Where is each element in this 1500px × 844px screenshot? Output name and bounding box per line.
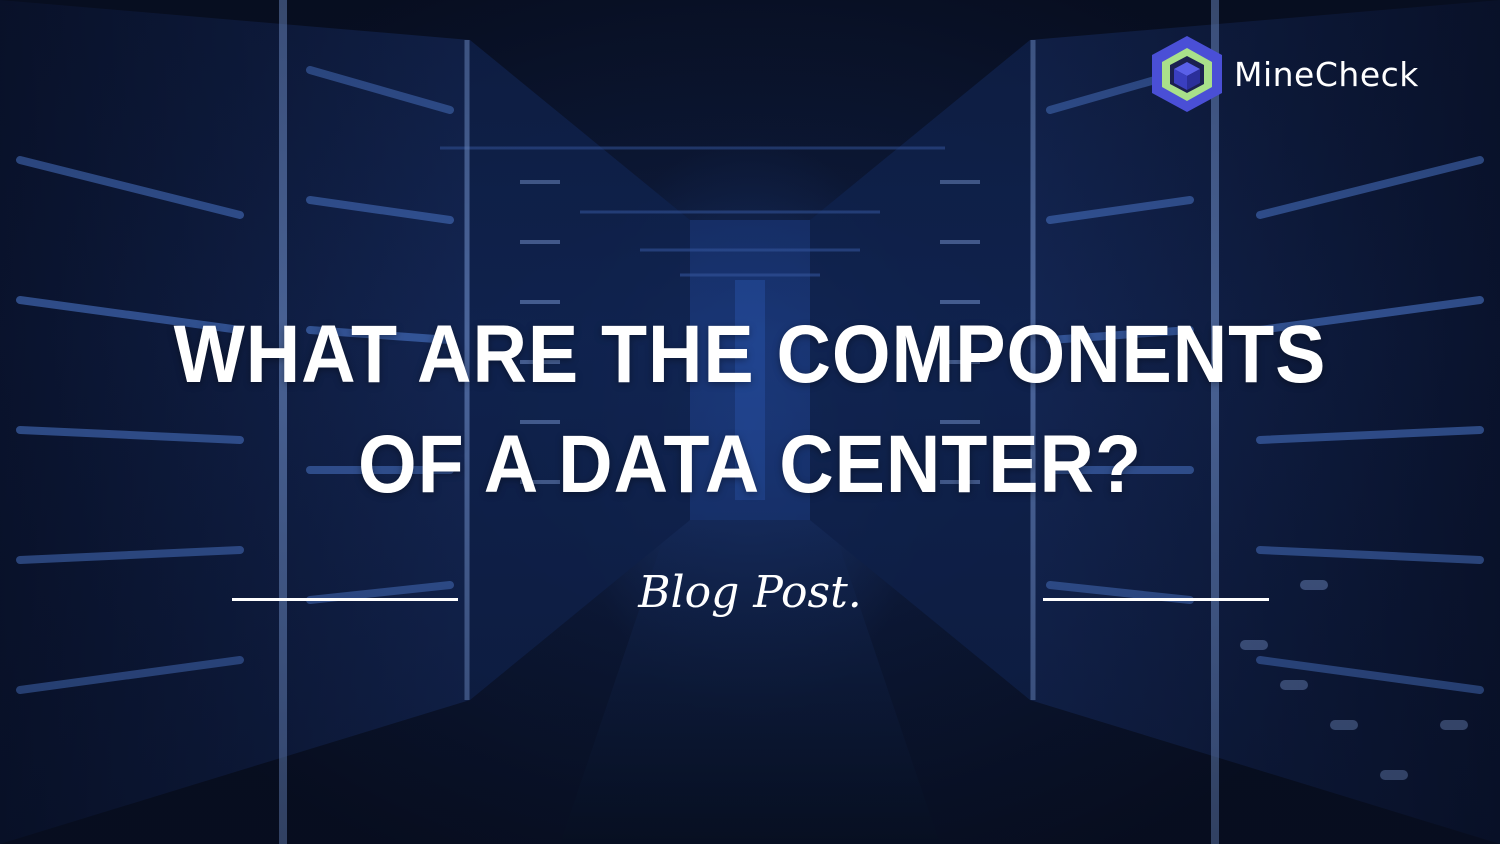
brand-name: MineCheck (1234, 54, 1419, 94)
title-line-1: WHAT ARE THE COMPONENTS (173, 309, 1327, 400)
brand-logo[interactable]: MineCheck (1150, 34, 1419, 114)
subtitle: Blog Post. (638, 567, 862, 618)
cube-icon (1152, 36, 1222, 112)
divider-right (1043, 598, 1269, 601)
blog-cover: MineCheck WHAT ARE THE COMPONENTS OF A D… (0, 0, 1500, 844)
subtitle-row: Blog Post. (0, 565, 1500, 635)
page-title: WHAT ARE THE COMPONENTS OF A DATA CENTER… (60, 300, 1440, 520)
title-line-2: OF A DATA CENTER? (358, 419, 1142, 510)
